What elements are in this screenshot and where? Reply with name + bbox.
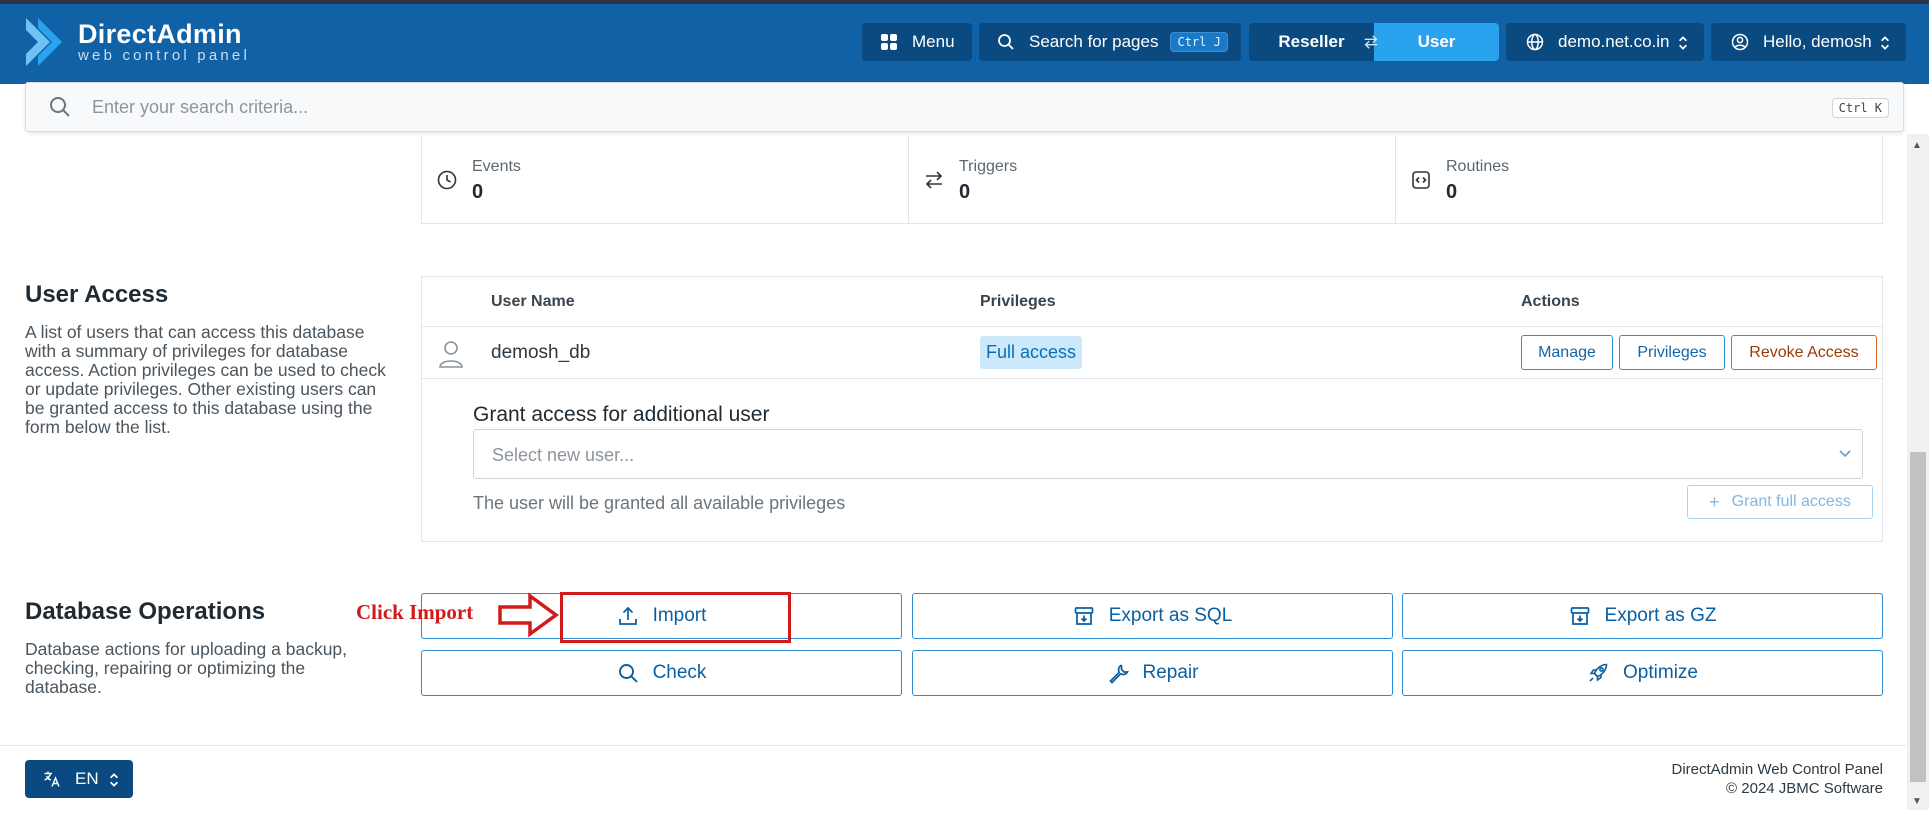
check-button[interactable]: Check <box>421 650 902 696</box>
database-stats-card: Events 0 Triggers 0 Routines 0 <box>421 136 1883 224</box>
stat-value: 0 <box>1446 181 1458 203</box>
export-sql-label: Export as SQL <box>1108 605 1233 626</box>
table-row: demosh_db Full access Manage Privileges … <box>422 327 1882 379</box>
stat-triggers: Triggers 0 <box>909 136 1396 223</box>
role-user[interactable]: User <box>1374 23 1499 61</box>
page-search-button[interactable]: Search for pages Ctrl J <box>979 23 1241 61</box>
logo-title: DirectAdmin <box>78 19 242 49</box>
grant-full-access-button[interactable]: + Grant full access <box>1687 485 1873 519</box>
column-header-privileges: Privileges <box>980 293 1056 310</box>
user-access-title: User Access <box>25 281 169 308</box>
chevron-updown-icon <box>1679 36 1687 50</box>
greeting-label: Hello, demosh <box>1763 32 1872 51</box>
stat-label: Triggers <box>959 158 1018 175</box>
stat-routines: Routines 0 <box>1396 136 1882 223</box>
scroll-down-arrow-icon[interactable]: ▼ <box>1912 796 1924 807</box>
stat-label: Events <box>472 158 521 175</box>
stat-value: 0 <box>472 181 484 203</box>
page-search-label: Search for pages <box>1029 32 1159 51</box>
chevron-updown-icon <box>1881 36 1889 50</box>
scroll-up-arrow-icon[interactable]: ▲ <box>1912 140 1924 151</box>
new-user-select[interactable]: Select new user... <box>473 429 1863 479</box>
column-header-user-name: User Name <box>491 293 575 310</box>
manage-button[interactable]: Manage <box>1521 335 1613 370</box>
user-circle-icon <box>1731 33 1749 51</box>
global-search-input[interactable] <box>92 96 1792 118</box>
menu-label: Menu <box>912 32 955 51</box>
revoke-access-button[interactable]: Revoke Access <box>1731 335 1877 370</box>
export-gz-label: Export as GZ <box>1604 605 1717 626</box>
db-operations-description: Database actions for uploading a backup,… <box>25 639 348 697</box>
person-icon <box>439 341 463 368</box>
role-reseller[interactable]: Reseller <box>1249 23 1374 61</box>
language-selector[interactable]: EN <box>25 760 133 798</box>
scroll-thumb[interactable] <box>1910 452 1926 782</box>
directadmin-logo[interactable]: DirectAdmin web control panel <box>24 16 250 68</box>
footer-info: DirectAdmin Web Control Panel © 2024 JBM… <box>1672 760 1883 798</box>
stat-label: Routines <box>1446 158 1510 175</box>
footer-copyright: © 2024 JBMC Software <box>1726 780 1883 797</box>
shortcut-badge: Ctrl J <box>1170 32 1228 52</box>
wrench-icon <box>1108 664 1129 684</box>
code-square-icon <box>1412 171 1430 189</box>
grant-full-access-label: Grant full access <box>1731 493 1851 510</box>
stat-value: 0 <box>959 181 971 203</box>
plus-icon: + <box>1709 491 1720 512</box>
footer-divider <box>0 745 1906 746</box>
annotation-text: Click Import <box>356 600 474 624</box>
user-access-table: User Name Privileges Actions demosh_db F… <box>421 276 1883 542</box>
role-switch[interactable]: Reseller User <box>1249 23 1499 61</box>
clock-icon <box>437 170 457 190</box>
annotation-arrow-icon <box>498 592 559 638</box>
repair-button[interactable]: Repair <box>912 650 1393 696</box>
grid-icon <box>881 34 897 50</box>
search-icon <box>998 34 1014 50</box>
user-access-description: A list of users that can access this dat… <box>25 322 386 437</box>
page-scrollbar[interactable]: ▲ ▼ <box>1907 134 1929 810</box>
top-header: DirectAdmin web control panel Menu Searc… <box>0 4 1929 84</box>
globe-icon <box>1526 33 1544 51</box>
archive-icon <box>1570 607 1589 625</box>
table-header: User Name Privileges Actions <box>422 277 1882 327</box>
privilege-badge: Full access <box>980 336 1083 369</box>
language-label: EN <box>75 769 99 788</box>
domain-label: demo.net.co.in <box>1558 32 1670 51</box>
domain-selector[interactable]: demo.net.co.in <box>1506 23 1704 61</box>
chevron-down-icon <box>1839 450 1851 458</box>
privileges-button[interactable]: Privileges <box>1619 335 1725 370</box>
swap-icon <box>1364 35 1378 49</box>
select-placeholder: Select new user... <box>492 445 635 465</box>
logo-subtitle: web control panel <box>78 47 250 64</box>
optimize-button[interactable]: Optimize <box>1402 650 1883 696</box>
menu-button[interactable]: Menu <box>862 23 972 61</box>
export-gz-button[interactable]: Export as GZ <box>1402 593 1883 639</box>
user-name: demosh_db <box>491 342 591 363</box>
user-menu[interactable]: Hello, demosh <box>1711 23 1906 61</box>
stat-events: Events 0 <box>422 136 909 223</box>
annotation-highlight-box <box>560 592 791 643</box>
repair-label: Repair <box>1142 662 1199 683</box>
db-operations-title: Database Operations <box>25 598 266 625</box>
global-search-bar: Ctrl K <box>25 82 1904 132</box>
translate-icon <box>44 771 60 787</box>
footer-product: DirectAdmin Web Control Panel <box>1671 761 1883 778</box>
search-icon <box>50 97 70 117</box>
grant-note: The user will be granted all available p… <box>473 493 846 513</box>
search-icon <box>618 664 638 683</box>
chevron-updown-icon <box>110 773 118 787</box>
rocket-icon <box>1589 663 1608 682</box>
grant-access-title: Grant access for additional user <box>473 403 770 426</box>
directadmin-logo-icon <box>26 18 62 66</box>
check-label: Check <box>652 662 707 683</box>
shortcut-badge: Ctrl K <box>1831 98 1889 118</box>
column-header-actions: Actions <box>1521 293 1580 310</box>
swap-arrows-icon <box>925 171 943 189</box>
optimize-label: Optimize <box>1623 662 1698 683</box>
archive-icon <box>1074 607 1094 625</box>
export-sql-button[interactable]: Export as SQL <box>912 593 1393 639</box>
